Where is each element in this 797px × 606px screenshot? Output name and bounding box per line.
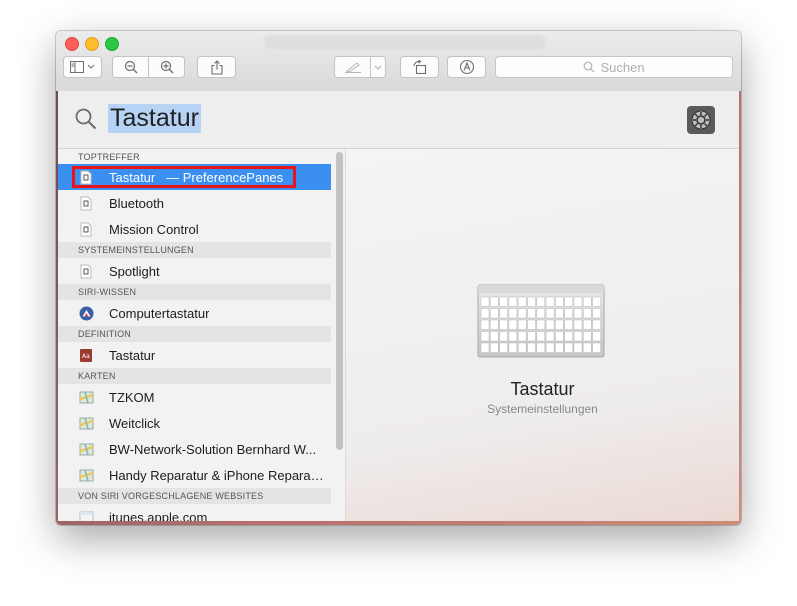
preference-pane-icon: [78, 195, 94, 211]
result-spotlight[interactable]: Spotlight: [58, 258, 331, 284]
result-title: Tastatur: [109, 347, 156, 363]
result-bw-network-solution[interactable]: BW-Network-Solution Bernhard W...: [58, 436, 331, 462]
system-preferences-icon[interactable]: [687, 106, 715, 134]
preference-pane-icon: [78, 221, 94, 237]
result-title: Bluetooth: [109, 195, 164, 211]
search-placeholder: Suchen: [600, 59, 645, 75]
preview-title: Tastatur: [510, 379, 575, 399]
result-handy-reparatur[interactable]: Handy Reparatur & iPhone Reparat...: [58, 462, 331, 488]
preview-window: Suchen Tastatur TOPTREFFER Tastatur — Pr…: [56, 31, 741, 525]
share-button[interactable]: [197, 56, 236, 78]
result-title: Weitclick: [109, 415, 161, 431]
rotate-button[interactable]: [400, 56, 439, 78]
result-title: BW-Network-Solution Bernhard W...: [109, 441, 317, 457]
spotlight-results-list: TOPTREFFER Tastatur — PreferencePanes Bl…: [58, 149, 346, 521]
sidebar-icon: [69, 61, 94, 73]
result-tzkom[interactable]: TZKOM: [58, 384, 331, 410]
result-mission-control[interactable]: Mission Control: [58, 216, 331, 242]
window-title: [264, 35, 546, 49]
chevron-down-icon: [374, 65, 382, 70]
minimize-button[interactable]: [85, 37, 99, 51]
result-computertastatur[interactable]: Computertastatur: [58, 300, 331, 326]
rotate-icon: [412, 60, 426, 74]
category-websites: VON SIRI VORGESCHLAGENE WEBSITES: [58, 488, 331, 504]
close-button[interactable]: [65, 37, 79, 51]
result-title: Spotlight: [109, 263, 160, 279]
results-scrollbar[interactable]: [336, 152, 343, 450]
red-highlight-box: [72, 166, 296, 188]
maps-icon: [78, 441, 94, 457]
category-toptreffer: TOPTREFFER: [78, 152, 140, 162]
category-siri-wissen: SIRI-WISSEN: [58, 284, 331, 300]
result-title: Mission Control: [109, 221, 199, 237]
svg-text:Aa: Aa: [82, 353, 90, 360]
zoom-button[interactable]: [105, 37, 119, 51]
zoom-in-icon: [160, 60, 173, 74]
result-bluetooth[interactable]: Bluetooth: [58, 190, 331, 216]
zoom-in-button[interactable]: [148, 56, 185, 78]
category-systemeinstellungen: SYSTEMEINSTELLUNGEN: [58, 242, 331, 258]
maps-icon: [78, 467, 94, 483]
sidebar-toggle-button[interactable]: [63, 56, 102, 78]
maps-icon: [78, 415, 94, 431]
result-title: Computertastatur: [109, 305, 210, 321]
preference-pane-icon: [78, 263, 94, 279]
annotate-button[interactable]: [447, 56, 486, 78]
spotlight-query[interactable]: Tastatur: [108, 104, 201, 133]
markup-menu-button[interactable]: [370, 56, 386, 78]
toolbar-search-field[interactable]: Suchen: [495, 56, 733, 78]
result-itunes[interactable]: itunes.apple.com: [58, 504, 331, 521]
gear-icon: [691, 110, 711, 130]
share-icon: [210, 59, 223, 75]
preview-subtitle: Systemeinstellungen: [487, 402, 598, 416]
result-definition-tastatur[interactable]: Aa Tastatur: [58, 342, 331, 368]
result-tastatur-preferencepane[interactable]: Tastatur — PreferencePanes: [58, 164, 331, 190]
spotlight-search-bar[interactable]: Tastatur: [58, 91, 739, 149]
siri-knowledge-icon: [78, 305, 94, 321]
category-definition: DEFINITION: [58, 326, 331, 342]
result-weitclick[interactable]: Weitclick: [58, 410, 331, 436]
spotlight-panel: Tastatur TOPTREFFER Tastatur — Preferenc…: [58, 91, 739, 521]
titlebar: Suchen: [56, 31, 741, 92]
website-icon: [78, 509, 94, 521]
search-icon: [75, 108, 97, 130]
result-title: Handy Reparatur & iPhone Reparat...: [109, 467, 324, 483]
result-title: TZKOM: [109, 389, 155, 405]
keyboard-icon: [477, 284, 605, 358]
search-icon: [584, 61, 595, 73]
zoom-out-icon: [124, 60, 137, 74]
result-title: itunes.apple.com: [109, 509, 208, 522]
maps-icon: [78, 389, 94, 405]
spotlight-preview-pane: Tastatur Systemeinstellungen: [346, 149, 739, 521]
pen-icon: [344, 62, 361, 73]
annotate-icon: [459, 59, 474, 75]
markup-button[interactable]: [334, 56, 371, 78]
zoom-out-button[interactable]: [112, 56, 149, 78]
category-karten: KARTEN: [58, 368, 331, 384]
dictionary-icon: Aa: [78, 347, 94, 363]
